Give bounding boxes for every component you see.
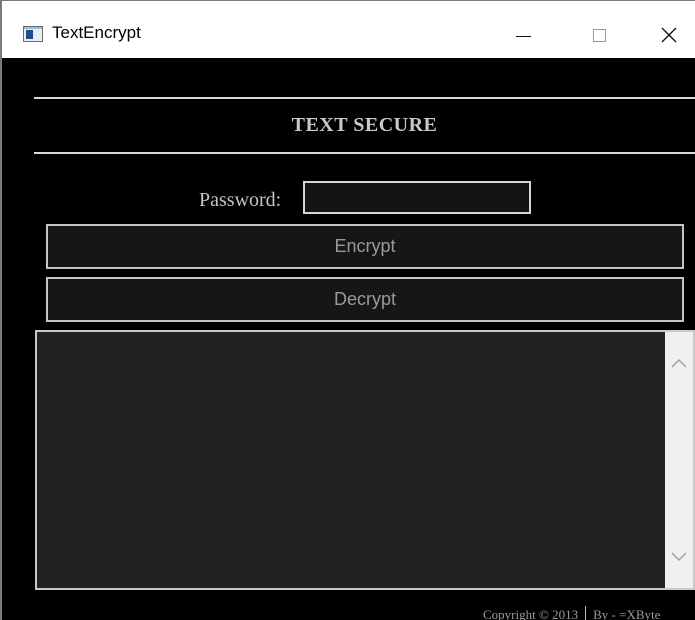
footer: Copyright © 2013 By - =XByte xyxy=(483,606,660,620)
minimize-icon xyxy=(515,35,531,37)
copyright-text: Copyright © 2013 xyxy=(483,607,579,620)
text-area-container xyxy=(35,330,695,590)
minimize-button[interactable] xyxy=(500,15,546,55)
title-bar[interactable]: TextEncrypt xyxy=(2,0,695,58)
maximize-icon xyxy=(592,28,606,42)
maximize-button[interactable] xyxy=(576,15,622,55)
chevron-up-icon xyxy=(671,358,687,368)
app-window: TextEncrypt TEXT SECURE Password: Encryp… xyxy=(0,0,695,620)
divider-top xyxy=(34,97,695,99)
window-title: TextEncrypt xyxy=(52,23,141,42)
app-content: TEXT SECURE Password: Encrypt Decrypt Co… xyxy=(2,58,695,620)
message-textarea[interactable] xyxy=(37,332,665,588)
app-window-icon xyxy=(23,26,43,42)
close-button[interactable] xyxy=(646,15,692,55)
footer-separator xyxy=(585,606,587,620)
page-title: TEXT SECURE xyxy=(291,114,438,136)
password-label: Password: xyxy=(199,189,282,211)
author-credit: By - =XByte xyxy=(593,607,661,620)
decrypt-button[interactable]: Decrypt xyxy=(46,277,684,322)
close-icon xyxy=(661,27,677,43)
vertical-scrollbar[interactable] xyxy=(665,332,693,588)
scroll-up-button[interactable] xyxy=(665,348,693,378)
encrypt-button[interactable]: Encrypt xyxy=(46,224,684,269)
password-input[interactable] xyxy=(303,181,531,214)
scroll-down-button[interactable] xyxy=(665,542,693,572)
divider-bottom xyxy=(34,152,695,154)
chevron-down-icon xyxy=(671,552,687,562)
